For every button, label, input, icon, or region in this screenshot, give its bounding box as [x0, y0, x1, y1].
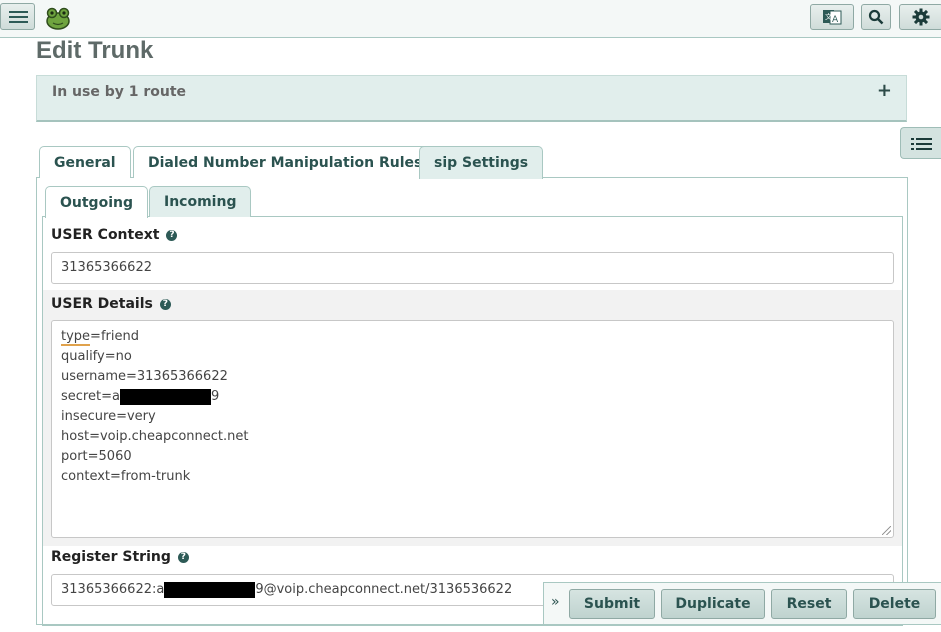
textarea-line: secret=a 9 [61, 387, 893, 407]
user-context-label-text: USER Context [51, 227, 160, 243]
list-icon-bar [916, 148, 932, 150]
user-details-textarea[interactable]: type=friend qualify=no username=31365366… [51, 320, 894, 538]
submit-button[interactable]: Submit [569, 589, 655, 619]
list-toggle-button[interactable] [900, 127, 941, 159]
redaction-block [164, 581, 256, 598]
spellcheck-word: type [61, 329, 91, 346]
search-icon [868, 9, 884, 25]
hamburger-icon [9, 11, 28, 13]
list-icon-bar [916, 143, 932, 145]
textarea-line: port=5060 [61, 449, 132, 464]
list-icon [911, 138, 914, 140]
register-string-label: Register String ? [51, 549, 189, 565]
user-details-label-text: USER Details [51, 296, 153, 312]
user-details-label: USER Details ? [51, 296, 171, 312]
tab-general[interactable]: General [39, 146, 131, 178]
top-navbar: A 文 [0, 0, 941, 38]
redaction-block [119, 388, 211, 405]
svg-text:A: A [832, 15, 839, 25]
menu-button[interactable] [0, 3, 35, 30]
tab-outgoing[interactable]: Outgoing [45, 186, 148, 218]
translate-icon: A 文 [823, 10, 842, 25]
hamburger-icon-bar [9, 16, 28, 18]
secret-prefix: secret=a [61, 389, 120, 404]
usage-label: In use by 1 route [52, 84, 187, 100]
list-icon-bar [911, 143, 914, 145]
register-suffix: 9@voip.cheapconnect.net/3136536622 [255, 582, 513, 597]
type-value: =friend [90, 329, 139, 344]
textarea-line: host=voip.cheapconnect.net [61, 429, 249, 444]
list-icon-bar [911, 148, 914, 150]
reset-button[interactable]: Reset [771, 589, 847, 619]
textarea-line: username=31365366622 [61, 369, 228, 384]
textarea-line: context=from-trunk [61, 469, 191, 484]
secret-suffix: 9 [210, 389, 220, 404]
delete-button[interactable]: Delete [853, 589, 936, 619]
hamburger-icon-bar [9, 21, 28, 23]
svg-text:文: 文 [825, 12, 832, 21]
tab-dialed-number-rules[interactable]: Dialed Number Manipulation Rules [133, 146, 438, 178]
help-icon[interactable]: ? [166, 229, 178, 241]
gear-icon [912, 8, 930, 26]
search-button[interactable] [861, 4, 891, 30]
settings-button[interactable] [899, 4, 941, 30]
help-icon[interactable]: ? [177, 551, 189, 563]
collapse-actions-icon[interactable]: » [551, 594, 560, 610]
tab-incoming[interactable]: Incoming [149, 186, 252, 217]
textarea-line: insecure=very [61, 409, 156, 424]
register-prefix: 31365366622:a [61, 582, 165, 597]
duplicate-button[interactable]: Duplicate [661, 589, 765, 619]
textarea-line: type=friend [61, 327, 893, 347]
action-bar: » Submit Duplicate Reset Delete [543, 582, 941, 625]
expand-plus-icon[interactable]: + [877, 80, 892, 101]
resize-handle[interactable] [882, 526, 891, 535]
textarea-line: qualify=no [61, 349, 132, 364]
frog-logo-icon[interactable] [45, 6, 71, 30]
user-context-label: USER Context ? [51, 227, 178, 243]
help-icon[interactable]: ? [159, 298, 171, 310]
tab-sip-settings[interactable]: sip Settings [419, 146, 544, 179]
language-button[interactable]: A 文 [810, 4, 854, 30]
register-string-label-text: Register String [51, 549, 171, 565]
usage-panel[interactable]: In use by 1 route + [36, 75, 907, 122]
list-icon-bar [916, 138, 932, 140]
user-context-input[interactable]: 31365366622 [51, 252, 894, 284]
page-title: Edit Trunk [36, 37, 154, 64]
user-context-value: 31365366622 [61, 260, 152, 275]
